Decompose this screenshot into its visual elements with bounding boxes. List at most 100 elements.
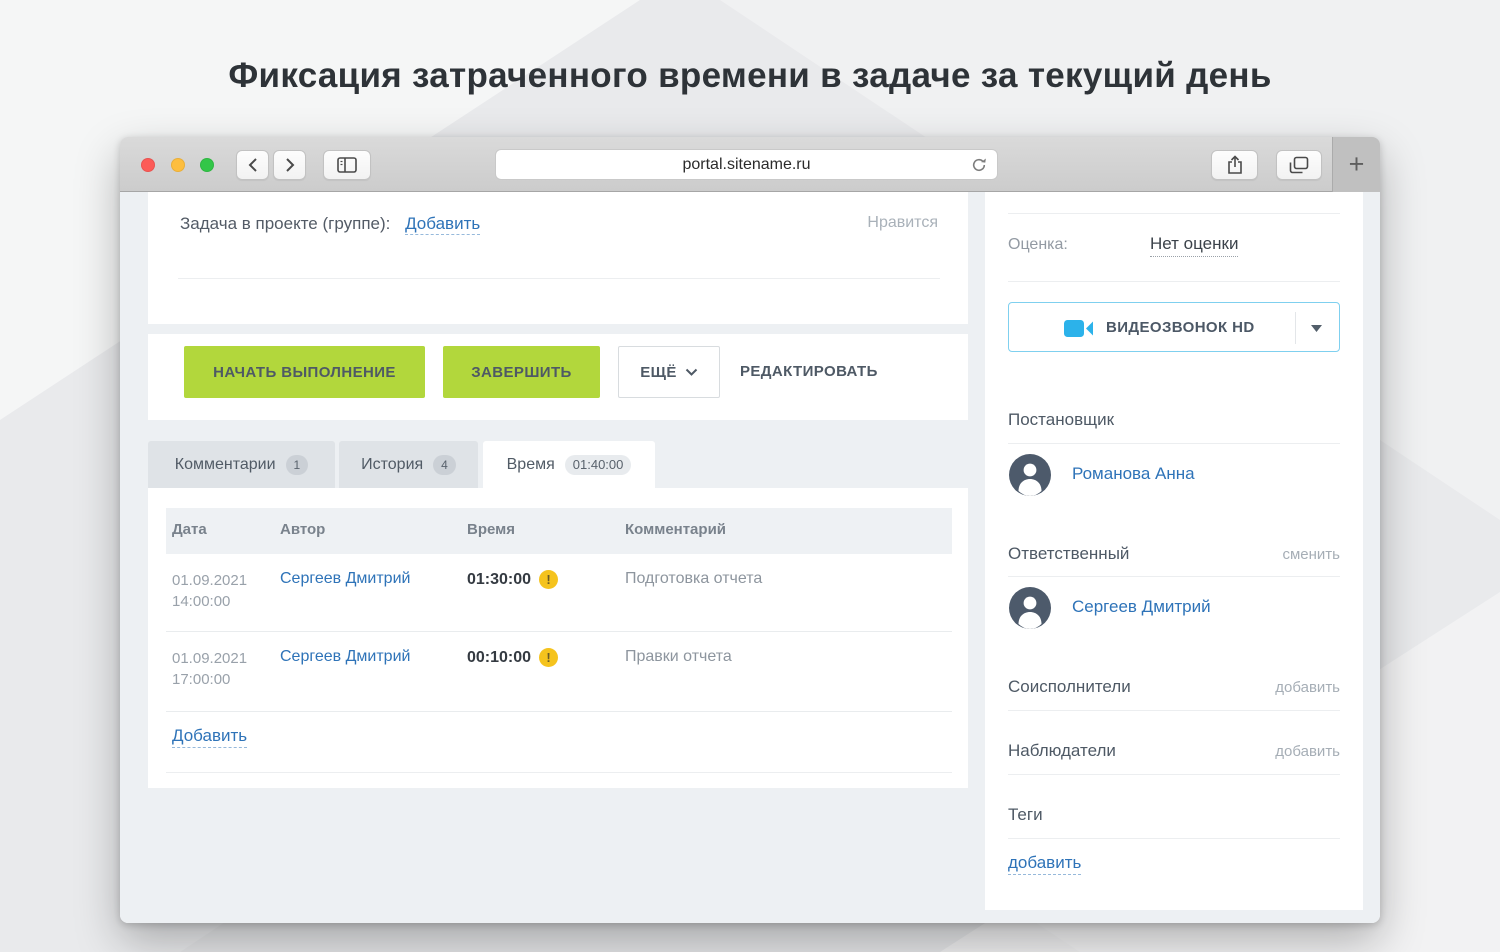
divider xyxy=(166,772,952,773)
divider xyxy=(1008,576,1340,577)
desktop-background: Фиксация затраченного времени в задаче з… xyxy=(0,0,1500,952)
task-sidebar: Оценка: Нет оценки ВИДЕОЗВОНОК HD Постан… xyxy=(985,192,1363,910)
share-button[interactable] xyxy=(1211,150,1258,180)
tab-time-label: Время xyxy=(507,456,555,474)
share-icon xyxy=(1227,155,1243,175)
plus-icon: + xyxy=(1349,149,1365,180)
section-title-tags: Теги xyxy=(1008,805,1043,825)
cell-date: 01.09.2021 14:00:00 xyxy=(172,570,247,612)
add-observer-link[interactable]: добавить xyxy=(1275,743,1340,760)
close-window-button[interactable] xyxy=(141,158,155,172)
add-coexecutor-link[interactable]: добавить xyxy=(1275,679,1340,696)
chevron-down-icon xyxy=(685,368,698,376)
finish-task-button[interactable]: ЗАВЕРШИТЬ xyxy=(443,346,600,398)
add-tag-link[interactable]: добавить xyxy=(1008,853,1081,875)
caret-down-icon[interactable] xyxy=(1311,325,1322,332)
more-actions-label: ЕЩЁ xyxy=(640,364,677,381)
divider xyxy=(1008,838,1340,839)
address-bar[interactable]: portal.sitename.ru xyxy=(495,149,998,180)
column-header-comment: Комментарий xyxy=(625,521,726,538)
minimize-window-button[interactable] xyxy=(171,158,185,172)
task-project-panel: Задача в проекте (группе): Добавить Нрав… xyxy=(148,192,968,324)
browser-window: portal.sitename.ru + Задача в проекте (г… xyxy=(120,137,1380,923)
add-time-link[interactable]: Добавить xyxy=(172,726,247,748)
more-actions-button[interactable]: ЕЩЁ xyxy=(618,346,720,398)
edit-task-button[interactable]: РЕДАКТИРОВАТЬ xyxy=(740,346,878,398)
divider xyxy=(1008,213,1340,214)
rating-value-link[interactable]: Нет оценки xyxy=(1150,234,1238,257)
tab-time[interactable]: Время 01:40:00 xyxy=(483,441,655,488)
divider xyxy=(1008,774,1340,775)
table-row: 01.09.2021 14:00:00 Сергеев Дмитрий 01:3… xyxy=(166,554,952,632)
sidebar-toggle-button[interactable] xyxy=(323,150,371,180)
author-link[interactable]: Сергеев Дмитрий xyxy=(280,570,410,588)
tab-history-label: История xyxy=(361,456,423,474)
time-of-day-value: 17:00:00 xyxy=(172,669,247,690)
cell-duration: 01:30:00 ! xyxy=(467,570,558,589)
tabs-icon xyxy=(1289,156,1309,174)
divider xyxy=(1008,710,1340,711)
person-icon xyxy=(1009,454,1051,496)
divider xyxy=(1295,312,1296,344)
chevron-left-icon xyxy=(248,157,258,173)
column-header-time: Время xyxy=(467,521,515,538)
section-title-responsible: Ответственный xyxy=(1008,544,1129,564)
author-link[interactable]: Сергеев Дмитрий xyxy=(280,648,410,666)
chevron-right-icon xyxy=(285,157,295,173)
project-group-label: Задача в проекте (группе): xyxy=(180,214,390,233)
sidebar-icon xyxy=(337,157,357,173)
browser-toolbar: portal.sitename.ru + xyxy=(120,137,1380,192)
duration-value: 00:10:00 xyxy=(467,649,531,667)
tab-comments-label: Комментарии xyxy=(175,456,276,474)
cell-duration: 00:10:00 ! xyxy=(467,648,558,667)
avatar[interactable] xyxy=(1009,454,1051,496)
cell-comment: Правки отчета xyxy=(625,648,732,666)
forward-button[interactable] xyxy=(273,150,306,180)
date-value: 01.09.2021 xyxy=(172,648,247,669)
task-actions-panel: НАЧАТЬ ВЫПОЛНЕНИЕ ЗАВЕРШИТЬ ЕЩЁ РЕДАКТИР… xyxy=(148,334,968,420)
rating-label: Оценка: xyxy=(1008,236,1068,254)
avatar[interactable] xyxy=(1009,587,1051,629)
back-button[interactable] xyxy=(236,150,269,180)
tab-comments[interactable]: Комментарии 1 xyxy=(148,441,335,488)
warning-icon: ! xyxy=(539,648,558,667)
column-header-date: Дата xyxy=(172,521,207,538)
start-task-button[interactable]: НАЧАТЬ ВЫПОЛНЕНИЕ xyxy=(184,346,425,398)
warning-icon: ! xyxy=(539,570,558,589)
url-text: portal.sitename.ru xyxy=(682,156,810,174)
new-tab-button[interactable]: + xyxy=(1332,137,1380,192)
table-row: 01.09.2021 17:00:00 Сергеев Дмитрий 00:1… xyxy=(166,632,952,712)
cell-date: 01.09.2021 17:00:00 xyxy=(172,648,247,690)
tab-comments-badge: 1 xyxy=(286,455,309,475)
time-tab-panel: Дата Автор Время Комментарий 01.09.2021 … xyxy=(148,488,968,788)
person-icon xyxy=(1009,587,1051,629)
page-title: Фиксация затраченного времени в задаче з… xyxy=(0,56,1500,96)
tab-history[interactable]: История 4 xyxy=(339,441,478,488)
video-call-label: ВИДЕОЗВОНОК HD xyxy=(1106,319,1255,336)
divider xyxy=(1008,443,1340,444)
creator-name-link[interactable]: Романова Анна xyxy=(1072,464,1195,484)
video-camera-icon xyxy=(1064,319,1094,338)
duration-value: 01:30:00 xyxy=(467,571,531,589)
tab-time-badge: 01:40:00 xyxy=(565,455,632,475)
responsible-name-link[interactable]: Сергеев Дмитрий xyxy=(1072,597,1211,617)
section-title-observers: Наблюдатели xyxy=(1008,741,1116,761)
portal-page: Задача в проекте (группе): Добавить Нрав… xyxy=(120,192,1380,923)
change-responsible-link[interactable]: сменить xyxy=(1282,546,1340,563)
tab-history-badge: 4 xyxy=(433,455,456,475)
project-add-link[interactable]: Добавить xyxy=(405,214,480,235)
tab-overview-button[interactable] xyxy=(1276,150,1322,180)
time-table-header: Дата Автор Время Комментарий xyxy=(166,508,952,554)
reload-icon[interactable] xyxy=(970,156,988,174)
section-title-creator: Постановщик xyxy=(1008,410,1114,430)
video-call-button[interactable]: ВИДЕОЗВОНОК HD xyxy=(1008,302,1340,352)
time-of-day-value: 14:00:00 xyxy=(172,591,247,612)
date-value: 01.09.2021 xyxy=(172,570,247,591)
like-button[interactable]: Нравится xyxy=(867,214,938,232)
column-header-author: Автор xyxy=(280,521,325,538)
divider xyxy=(178,278,940,279)
cell-comment: Подготовка отчета xyxy=(625,570,762,588)
section-title-coexecutors: Соисполнители xyxy=(1008,677,1131,697)
divider xyxy=(1008,281,1340,282)
maximize-window-button[interactable] xyxy=(200,158,214,172)
